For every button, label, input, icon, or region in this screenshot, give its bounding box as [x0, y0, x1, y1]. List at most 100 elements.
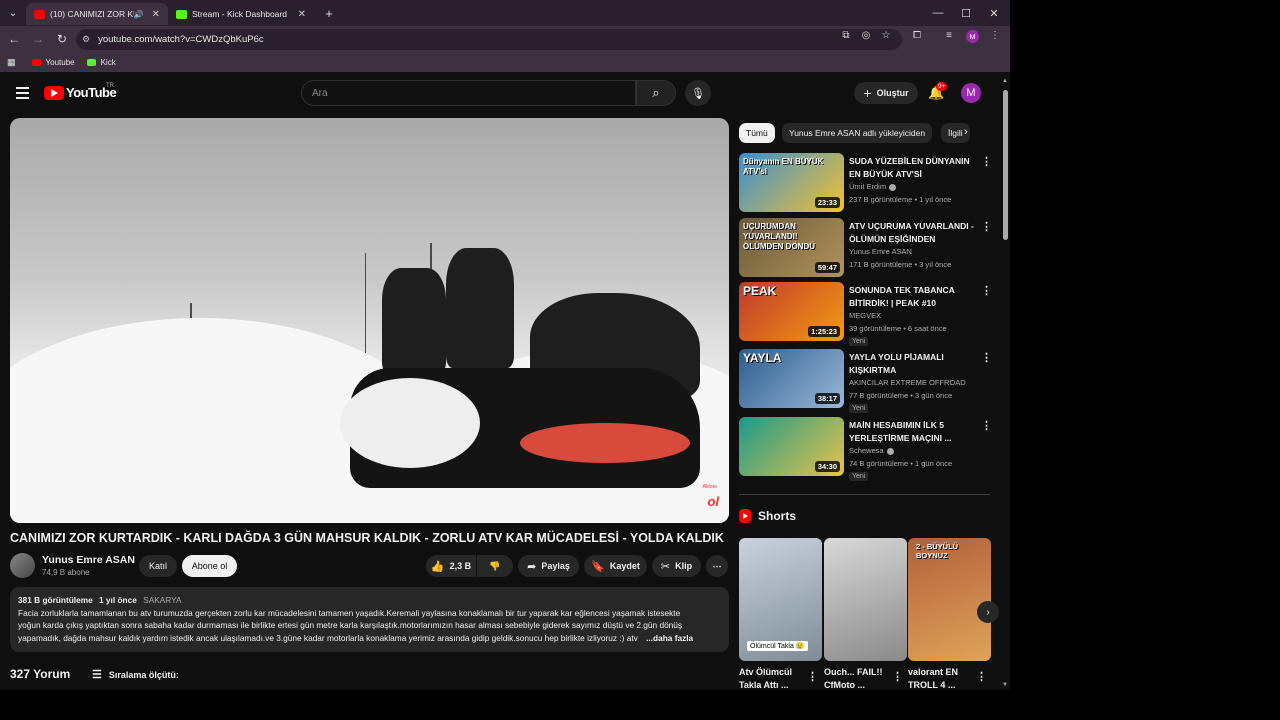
more-vertical-icon[interactable]: ⋮: [807, 670, 818, 683]
tab-title: Stream - Kick Dashboard: [192, 9, 287, 19]
youtube-favicon-icon: [31, 58, 41, 66]
recommendation-channel[interactable]: MEGVEX: [849, 311, 881, 320]
chip-all[interactable]: Tümü: [739, 123, 775, 143]
channel-name[interactable]: Yunus Emre ASAN: [42, 554, 135, 566]
channel-name: Schewesa: [849, 446, 884, 455]
video-thumbnail[interactable]: 34:30: [739, 417, 844, 476]
maximize-button[interactable]: ☐: [952, 0, 980, 26]
close-tab-icon[interactable]: ✕: [298, 9, 306, 20]
short-title[interactable]: Atv Ölümcül Takla Attı ...: [739, 666, 809, 690]
more-vertical-icon[interactable]: ⋮: [981, 351, 992, 364]
short-thumbnail[interactable]: [824, 538, 907, 661]
recommendation-title[interactable]: YAYLA YOLU PİJAMALI KIŞKIRTMA #akıncılar…: [849, 351, 977, 377]
more-vertical-icon[interactable]: ⋮: [981, 419, 992, 432]
recommendation-item[interactable]: UÇURUMDAN YUVARLANDI! ÖLÜMDEN DÖNDÜ 59:47…: [739, 218, 997, 278]
minimize-button[interactable]: —: [924, 0, 952, 26]
new-tab-button[interactable]: +: [320, 6, 338, 21]
share-button[interactable]: ➦ Paylaş: [518, 555, 579, 577]
install-app-icon[interactable]: ⧉: [839, 30, 853, 41]
sort-comments-button[interactable]: ☰ Sıralama ölçütü:: [92, 668, 179, 681]
tab-youtube[interactable]: (10) CANIMIZI ZOR KURTARDIK 🔊 ✕: [26, 3, 168, 25]
close-tab-icon[interactable]: ✕: [152, 9, 160, 20]
save-button[interactable]: 🔖 Kaydet: [584, 555, 647, 577]
profile-avatar[interactable]: M: [966, 30, 979, 43]
scrollbar-thumb[interactable]: [1003, 90, 1008, 240]
media-control-icon[interactable]: ≡: [942, 30, 956, 41]
reload-button[interactable]: ↻: [50, 27, 74, 51]
video-thumbnail[interactable]: Dünyanın EN BÜYÜK ATV'si 23:33: [739, 153, 844, 212]
more-vertical-icon[interactable]: ⋮: [981, 155, 992, 168]
recommendation-title[interactable]: ATV UÇURUMA YUVARLANDI - ÖLÜMÜN EŞİĞİNDE…: [849, 220, 977, 246]
recommendation-channel[interactable]: Yunus Emre ASAN: [849, 247, 912, 256]
short-thumbnail[interactable]: Ölümcül Takla 😢: [739, 538, 822, 661]
notifications-button[interactable]: 🔔 9+: [928, 82, 948, 101]
back-button[interactable]: ←: [2, 27, 26, 51]
chevron-right-icon[interactable]: ›: [964, 126, 968, 138]
url-field[interactable]: ⚙ youtube.com/watch?v=CWDzQbKuP6c: [76, 29, 902, 50]
more-actions-button[interactable]: ⋯: [706, 555, 728, 577]
chip-from-uploader[interactable]: Yunus Emre ASAN adlı yükleyiciden: [782, 123, 933, 143]
more-vertical-icon[interactable]: ⋮: [981, 284, 992, 297]
channel-avatar[interactable]: [10, 553, 35, 578]
scroll-down-icon[interactable]: ▼: [1002, 682, 1008, 688]
location-tag[interactable]: SAKARYA: [143, 595, 181, 605]
video-thumbnail[interactable]: UÇURUMDAN YUVARLANDI! ÖLÜMDEN DÖNDÜ 59:47: [739, 218, 844, 277]
recommendation-item[interactable]: Dünyanın EN BÜYÜK ATV'si 23:33 SUDA YÜZEBİ…: [739, 153, 997, 213]
menu-hamburger-icon[interactable]: [16, 87, 29, 102]
recommendation-title[interactable]: SUDA YÜZEBİLEN DÜNYANIN EN BÜYÜK ATV'Sİ: [849, 155, 977, 180]
scrollbar[interactable]: ▲ ▼: [1001, 76, 1010, 690]
recommendation-title[interactable]: MAİN HESABIMIN İLK 5 YERLEŞTİRME MAÇINI …: [849, 419, 977, 444]
related-chips: Tümü Yunus Emre ASAN adlı yükleyiciden İ…: [739, 123, 989, 145]
recommendation-channel[interactable]: AKINCILAR EXTREME OFFROAD: [849, 378, 966, 387]
description-box[interactable]: 381 B görüntüleme 1 yıl önce SAKARYA Fac…: [10, 587, 729, 652]
hide-icon[interactable]: ◎: [859, 30, 873, 41]
more-vertical-icon[interactable]: ⋮: [981, 220, 992, 233]
recommendation-title[interactable]: SONUNDA TEK TABANCA BİTİRDİK! | PEAK #10: [849, 284, 977, 309]
recommendation-item[interactable]: PEAK 1:25:23 SONUNDA TEK TABANCA BİTİRDİK!…: [739, 282, 997, 346]
site-info-icon[interactable]: ⚙: [82, 34, 90, 45]
short-thumbnail[interactable]: 2 - BÜYÜLÜ BOYNUZ: [908, 538, 991, 661]
apps-grid-icon[interactable]: ▦: [7, 57, 16, 68]
search-button[interactable]: ⌕: [636, 80, 676, 106]
verified-icon: [889, 183, 897, 191]
join-button[interactable]: Katıl: [139, 555, 177, 577]
account-avatar[interactable]: M: [961, 83, 981, 103]
dislike-button[interactable]: 👎: [477, 555, 513, 577]
extensions-icon[interactable]: ⧠: [910, 30, 924, 41]
like-button[interactable]: 👍 2,3 B: [426, 555, 476, 577]
search-input[interactable]: Ara: [301, 80, 636, 106]
short-title[interactable]: valorant EN TROLL 4 ...: [908, 666, 978, 690]
scroll-up-icon[interactable]: ▲: [1002, 78, 1008, 84]
more-vertical-icon[interactable]: ⋮: [976, 670, 987, 683]
channel-watermark[interactable]: ol: [707, 494, 719, 509]
bookmark-star-icon[interactable]: ☆: [879, 30, 893, 41]
region-code: TR: [106, 83, 114, 89]
short-title[interactable]: Ouch... FAIL!! CfMoto ...: [824, 666, 894, 690]
recommendation-item[interactable]: 34:30 MAİN HESABIMIN İLK 5 YERLEŞTİRME MA…: [739, 417, 997, 481]
video-thumbnail[interactable]: YAYLA 38:17: [739, 349, 844, 408]
youtube-logo[interactable]: YouTube TR: [44, 83, 117, 100]
show-more-link[interactable]: ...daha fazla: [646, 633, 693, 643]
close-window-button[interactable]: ✕: [980, 0, 1008, 26]
forward-button[interactable]: →: [26, 27, 50, 51]
audio-playing-icon[interactable]: 🔊: [134, 10, 144, 19]
recommendation-channel[interactable]: Schewesa: [849, 446, 894, 455]
more-vertical-icon[interactable]: ⋮: [892, 670, 903, 683]
tab-search-icon[interactable]: ⌄: [0, 0, 26, 26]
subscribe-button[interactable]: Abone ol: [182, 555, 237, 577]
bookmark-kick[interactable]: Kick: [86, 58, 116, 67]
url-text: youtube.com/watch?v=CWDzQbKuP6c: [98, 34, 264, 45]
create-button[interactable]: + Oluştur: [854, 82, 918, 104]
recommendation-channel[interactable]: Ümit Erdim: [849, 182, 897, 191]
voice-search-button[interactable]: 🎙: [685, 80, 711, 106]
browser-menu-icon[interactable]: ⋮: [988, 30, 1002, 41]
description-line: yapamadık, dağda mahsur kaldık yardım is…: [18, 632, 638, 643]
video-player[interactable]: Abone ol: [10, 118, 729, 523]
shorts-next-button[interactable]: ›: [977, 601, 999, 623]
description-line: yoğun karda çıkış yaptıktan sonra sabaha…: [18, 620, 683, 630]
video-thumbnail[interactable]: PEAK 1:25:23: [739, 282, 844, 341]
recommendation-item[interactable]: YAYLA 38:17 YAYLA YOLU PİJAMALI KIŞKIRTMA …: [739, 349, 997, 413]
tab-kick[interactable]: Stream - Kick Dashboard ✕: [168, 3, 314, 25]
bookmark-youtube[interactable]: Youtube: [31, 58, 75, 67]
clip-button[interactable]: ✂ Klip: [652, 555, 701, 577]
